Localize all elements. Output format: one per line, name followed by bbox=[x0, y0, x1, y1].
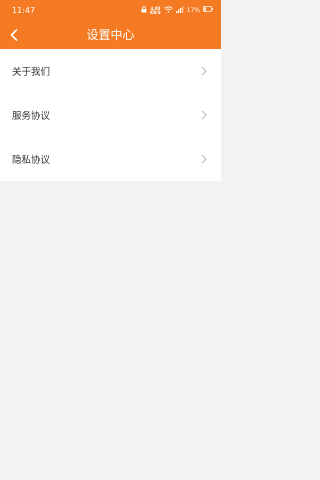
network-speed: 4.00 KB/S bbox=[150, 6, 161, 15]
app-header: 11:47 4.00 KB/S 17% 设置中心 bbox=[0, 0, 221, 49]
chevron-right-icon bbox=[201, 154, 207, 164]
status-time: 11:47 bbox=[12, 6, 36, 15]
page-title: 设置中心 bbox=[86, 28, 135, 42]
nav-bar: 设置中心 bbox=[0, 24, 221, 46]
menu-item-about-us[interactable]: 关于我们 bbox=[0, 49, 221, 93]
signal-icon bbox=[175, 6, 184, 17]
menu-item-label: 服务协议 bbox=[12, 111, 51, 122]
lock-icon bbox=[141, 5, 147, 17]
battery-icon bbox=[203, 6, 213, 16]
wifi-icon bbox=[163, 6, 173, 17]
empty-content-area bbox=[0, 181, 221, 480]
battery-level: 17% bbox=[186, 7, 200, 14]
menu-item-service-agreement[interactable]: 服务协议 bbox=[0, 93, 221, 137]
menu-item-label: 隐私协议 bbox=[12, 155, 51, 166]
status-bar: 11:47 4.00 KB/S 17% bbox=[0, 0, 221, 24]
chevron-right-icon bbox=[201, 110, 207, 120]
menu-item-label: 关于我们 bbox=[12, 67, 51, 78]
menu-item-privacy-agreement[interactable]: 隐私协议 bbox=[0, 137, 221, 181]
status-icons: 4.00 KB/S 17% bbox=[141, 5, 213, 17]
settings-menu: 关于我们 服务协议 隐私协议 bbox=[0, 49, 221, 181]
chevron-right-icon bbox=[201, 66, 207, 76]
